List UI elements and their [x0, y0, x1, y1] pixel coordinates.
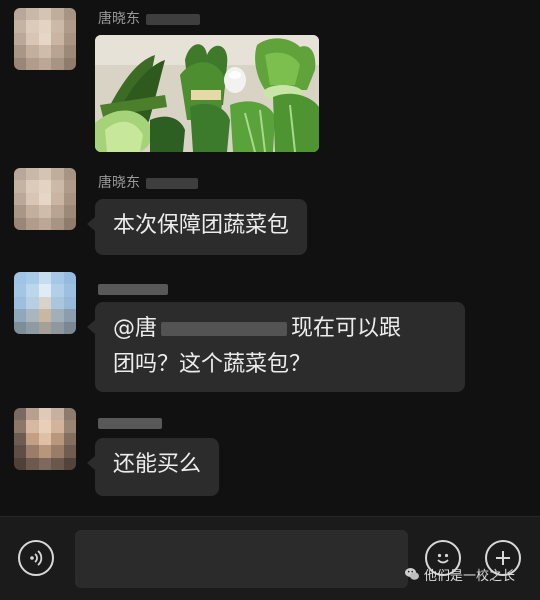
chat-area: 唐晓东 唐晓东 本次保障团蔬菜包 @唐 现在可以跟 团吗？这个蔬菜包？ 还能买么: [0, 0, 540, 516]
voice-icon[interactable]: [18, 540, 54, 576]
vegetables-photo[interactable]: [95, 35, 319, 152]
sender-name: 唐晓东: [98, 174, 198, 192]
message-text: 现在可以跟: [291, 316, 402, 341]
avatar[interactable]: [14, 408, 76, 470]
message-bubble[interactable]: 本次保障团蔬菜包: [86, 199, 308, 255]
wechat-logo-icon: [405, 568, 419, 580]
avatar[interactable]: [14, 168, 76, 230]
input-bar: [0, 516, 540, 600]
sender-name: [98, 280, 168, 298]
message-text: 还能买么: [113, 452, 202, 477]
watermark-text: 他们是一校之长: [424, 568, 516, 584]
message-text: 本次保障团蔬菜包: [113, 213, 290, 238]
avatar[interactable]: [14, 8, 76, 70]
watermark: 他们是一校之长: [404, 563, 515, 585]
mention-text[interactable]: @唐: [113, 316, 157, 341]
avatar[interactable]: [14, 272, 76, 334]
message-bubble[interactable]: 还能买么: [86, 438, 220, 496]
sender-name: [98, 414, 162, 432]
message-input[interactable]: [75, 530, 408, 588]
message-text: 团吗？这个蔬菜包？: [113, 352, 312, 377]
message-bubble[interactable]: @唐 现在可以跟 团吗？这个蔬菜包？: [87, 302, 465, 392]
sender-name: 唐晓东: [98, 10, 200, 28]
